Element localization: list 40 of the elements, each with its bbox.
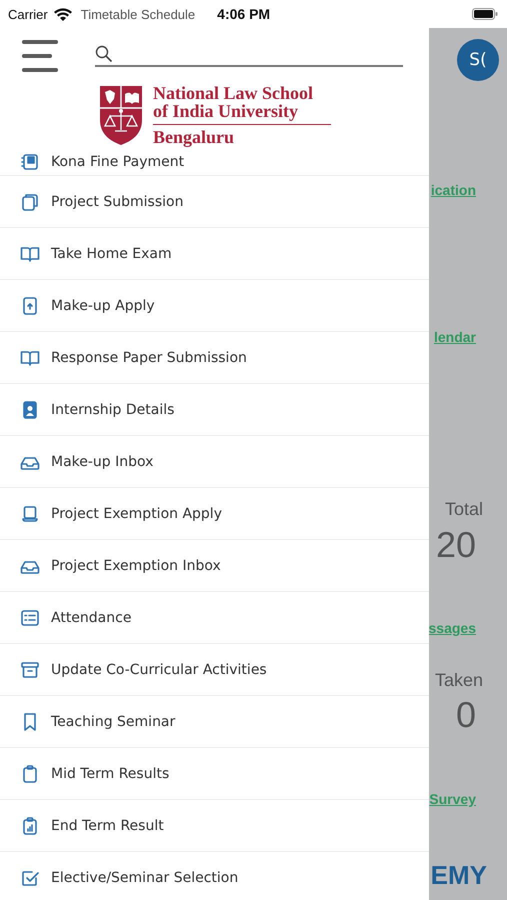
wifi-icon — [52, 6, 73, 22]
list-icon — [20, 608, 40, 628]
city-name: Bengaluru — [153, 128, 236, 146]
university-name: of India University — [153, 102, 300, 120]
carrier-name: Carrier — [8, 6, 48, 22]
id-badge-icon — [20, 400, 40, 420]
menu-item[interactable]: Project Exemption Apply — [0, 488, 429, 540]
menu-item[interactable]: Kona Fine Payment — [0, 150, 429, 176]
menu-item[interactable]: Make-up Apply — [0, 280, 429, 332]
menu-item[interactable]: Response Paper Submission — [0, 332, 429, 384]
count-label: Taken — [434, 669, 483, 691]
menu-item[interactable]: Make-up Inbox — [0, 436, 429, 488]
search-icon — [95, 45, 113, 63]
count-label: Total — [444, 498, 483, 520]
battery-icon — [472, 8, 498, 20]
search-field[interactable] — [95, 45, 403, 67]
page-title: Timetable Schedule — [80, 6, 196, 22]
upload-file-icon — [20, 296, 40, 316]
clipboard-chart-icon — [20, 816, 40, 836]
brand-text: EMY — [430, 860, 487, 890]
receipt-icon — [20, 152, 40, 172]
menu-item[interactable]: Project Exemption Inbox — [0, 540, 429, 592]
menu-item[interactable]: Project Submission — [0, 176, 429, 228]
menu-item[interactable]: Mid Term Results — [0, 748, 429, 800]
documents-icon — [20, 192, 40, 212]
archive-box-icon — [20, 660, 40, 680]
university-name: National Law School — [153, 84, 314, 102]
menu-icon[interactable] — [22, 40, 58, 72]
menu-item[interactable]: Take Home Exam — [0, 228, 429, 280]
laptop-icon — [20, 504, 40, 524]
status-time: 4:06 PM — [217, 6, 270, 22]
menu-item[interactable]: Attendance — [0, 592, 429, 644]
menu-item[interactable]: Teaching Seminar — [0, 696, 429, 748]
menu-item[interactable]: End Term Result — [0, 800, 429, 852]
count-value: 20 — [436, 525, 476, 565]
count-value: 0 — [456, 695, 476, 735]
menu-item[interactable]: Update Co-Curricular Activities — [0, 644, 429, 696]
avatar[interactable]: S( — [457, 39, 499, 81]
menu-item[interactable]: Internship Details — [0, 384, 429, 436]
clipboard-icon — [20, 764, 40, 784]
